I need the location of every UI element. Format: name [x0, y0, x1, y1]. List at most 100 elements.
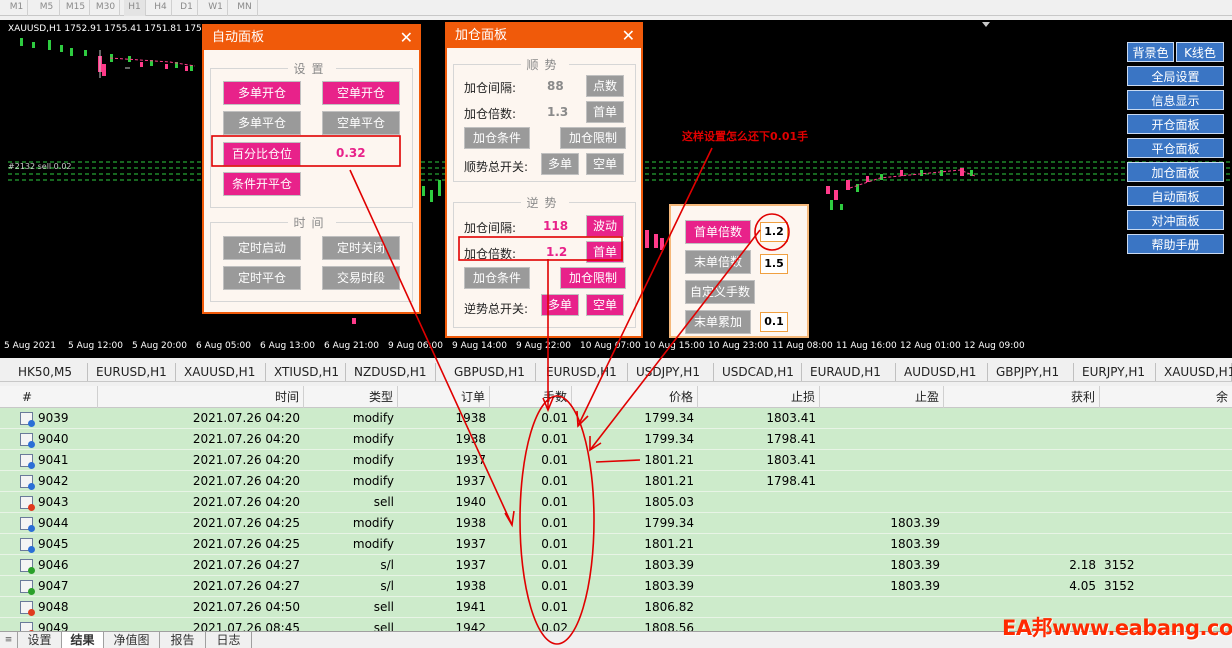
counter-first-order-button[interactable]: 首单: [586, 241, 624, 263]
tab-gbpusd-h1[interactable]: GBPUSD,H1: [446, 363, 536, 381]
trend-buy-toggle[interactable]: 多单: [541, 153, 579, 175]
kline-color-button[interactable]: K线色: [1176, 42, 1224, 62]
counter-buy-toggle[interactable]: 多单: [541, 294, 579, 316]
counter-group-title: 逆势: [520, 194, 569, 211]
first-order-button[interactable]: 首单: [586, 101, 624, 123]
auto-panel-button[interactable]: 自动面板: [1127, 186, 1224, 206]
col-order-header[interactable]: 订单: [398, 386, 490, 408]
trade-session-button[interactable]: 交易时段: [322, 266, 400, 290]
custom-lots-button[interactable]: 自定义手数: [685, 280, 755, 304]
cell-order: 1942: [455, 621, 486, 631]
tab-eurjpy-h1[interactable]: EURJPY,H1: [1074, 363, 1156, 381]
timer-close-button[interactable]: 定时平仓: [223, 266, 301, 290]
table-row[interactable]: 9045 2021.07.26 04:25 modify 1937 0.01 1801.2…: [0, 534, 1232, 555]
info-display-button[interactable]: 信息显示: [1127, 90, 1224, 110]
axis-date: 6 Aug 05:00: [196, 341, 251, 351]
tf-m15[interactable]: M15: [62, 0, 90, 16]
open-panel-button[interactable]: 开仓面板: [1127, 114, 1224, 134]
tab-settings[interactable]: 设置: [18, 632, 62, 648]
table-row[interactable]: 9044 2021.07.26 04:25 modify 1938 0.01 1799.3…: [0, 513, 1232, 534]
tf-mn[interactable]: MN: [232, 0, 258, 16]
col-id-header[interactable]: #: [16, 386, 98, 408]
tab-hk50-m5[interactable]: HK50,M5: [10, 363, 88, 381]
add-limit-button[interactable]: 加仓限制: [560, 127, 626, 149]
cell-lots: 0.01: [541, 537, 568, 551]
add-position-panel-button[interactable]: 加仓面板: [1127, 162, 1224, 182]
col-type-header[interactable]: 类型: [304, 386, 398, 408]
wave-button[interactable]: 波动: [586, 215, 624, 237]
tab-usdjpy-h1[interactable]: USDJPY,H1: [628, 363, 714, 381]
col-profit-header[interactable]: 获利: [944, 386, 1100, 408]
table-row[interactable]: 9043 2021.07.26 04:20 sell 1940 0.01 1805.03: [0, 492, 1232, 513]
last-accumulate-button[interactable]: 末单累加: [685, 310, 751, 334]
chart-info: XAUUSD,H1 1752.91 1755.41 1751.81 1755.4…: [8, 24, 222, 34]
col-lots-header[interactable]: 手数: [490, 386, 572, 408]
tab-xauusd-h1[interactable]: XAUUSD,H1: [176, 363, 266, 381]
tab-xauusd-h1-2[interactable]: XAUUSD,H1: [1156, 363, 1232, 381]
first-multiplier-value[interactable]: 1.2: [760, 222, 788, 242]
tab-gbpjpy-h1[interactable]: GBPJPY,H1: [988, 363, 1074, 381]
tab-nzdusd-h1[interactable]: NZDUSD,H1: [346, 363, 436, 381]
buy-open-button[interactable]: 多单开仓: [223, 81, 301, 105]
background-color-button[interactable]: 背景色: [1127, 42, 1174, 62]
close-icon[interactable]: ✕: [622, 24, 635, 48]
table-row[interactable]: 9046 2021.07.26 04:27 s/l 1937 0.01 1803.39 18…: [0, 555, 1232, 576]
timeframe-toolbar: M1 M5 M15 M30 H1 H4 D1 W1 MN: [0, 0, 1232, 16]
tf-h1[interactable]: H1: [124, 0, 146, 16]
close-panel-button[interactable]: 平仓面板: [1127, 138, 1224, 158]
first-multiplier-button[interactable]: 首单倍数: [685, 220, 751, 244]
tab-usdcad-h1[interactable]: USDCAD,H1: [714, 363, 802, 381]
table-row[interactable]: 9039 2021.07.26 04:20 modify 1938 0.01 1799.3…: [0, 408, 1232, 429]
points-button[interactable]: 点数: [586, 75, 624, 97]
tab-results[interactable]: 结果: [62, 632, 104, 648]
sell-order-icon: [20, 601, 35, 616]
counter-add-limit-button[interactable]: 加仓限制: [560, 267, 626, 289]
close-icon[interactable]: ✕: [400, 26, 413, 50]
tf-m1[interactable]: M1: [6, 0, 28, 16]
add-condition-button[interactable]: 加仓条件: [464, 127, 530, 149]
table-row[interactable]: 9041 2021.07.26 04:20 modify 1937 0.01 1801.2…: [0, 450, 1232, 471]
buy-close-button[interactable]: 多单平仓: [223, 111, 301, 135]
help-manual-button[interactable]: 帮助手册: [1127, 234, 1224, 254]
hedge-panel-button[interactable]: 对冲面板: [1127, 210, 1224, 230]
counter-add-condition-button[interactable]: 加仓条件: [464, 267, 530, 289]
global-settings-button[interactable]: 全局设置: [1127, 66, 1224, 86]
timer-stop-button[interactable]: 定时关闭: [322, 236, 400, 260]
cell-time: 2021.07.26 04:25: [192, 537, 300, 551]
trend-sell-toggle[interactable]: 空单: [586, 153, 624, 175]
table-row[interactable]: 9047 2021.07.26 04:27 s/l 1938 0.01 1803.39 18…: [0, 576, 1232, 597]
condition-open-close-button[interactable]: 条件开平仓: [223, 172, 301, 196]
trade-history-table: # 时间 类型 订单 手数 价格 止损 止盈 获利 余 9039 2021.07.…: [0, 386, 1232, 631]
tab-eurusd-h1[interactable]: EURUSD,H1: [88, 363, 176, 381]
col-balance-header[interactable]: 余: [1100, 386, 1232, 408]
tf-d1[interactable]: D1: [176, 0, 198, 16]
axis-date: 9 Aug 22:00: [516, 341, 571, 351]
col-time-header[interactable]: 时间: [98, 386, 304, 408]
tab-xtiusd-h1[interactable]: XTIUSD,H1: [266, 363, 346, 381]
tf-m5[interactable]: M5: [34, 0, 60, 16]
timer-start-button[interactable]: 定时启动: [223, 236, 301, 260]
last-multiplier-button[interactable]: 末单倍数: [685, 250, 751, 274]
tab-audusd-h1[interactable]: AUDUSD,H1: [896, 363, 988, 381]
tab-equity-graph[interactable]: 净值图: [104, 632, 160, 648]
tab-journal[interactable]: 日志: [206, 632, 252, 648]
percent-position-button[interactable]: 百分比仓位: [223, 142, 301, 166]
cell-bal: [1100, 429, 1232, 450]
table-row[interactable]: 9042 2021.07.26 04:20 modify 1937 0.01 1801.2…: [0, 471, 1232, 492]
tf-m30[interactable]: M30: [92, 0, 120, 16]
tab-eurusd-h1-2[interactable]: EURUSD,H1: [538, 363, 628, 381]
last-accumulate-value[interactable]: 0.1: [760, 312, 788, 332]
col-tp-header[interactable]: 止盈: [820, 386, 944, 408]
table-row[interactable]: 9040 2021.07.26 04:20 modify 1938 0.01 1799.3…: [0, 429, 1232, 450]
cell-sl: [698, 534, 820, 555]
sell-close-button[interactable]: 空单平仓: [322, 111, 400, 135]
col-price-header[interactable]: 价格: [572, 386, 698, 408]
tab-euraud-h1[interactable]: EURAUD,H1: [802, 363, 896, 381]
sell-open-button[interactable]: 空单开仓: [322, 81, 400, 105]
tab-report[interactable]: 报告: [160, 632, 206, 648]
counter-sell-toggle[interactable]: 空单: [586, 294, 624, 316]
tf-w1[interactable]: W1: [204, 0, 228, 16]
last-multiplier-value[interactable]: 1.5: [760, 254, 788, 274]
tf-h4[interactable]: H4: [150, 0, 172, 16]
col-sl-header[interactable]: 止损: [698, 386, 820, 408]
